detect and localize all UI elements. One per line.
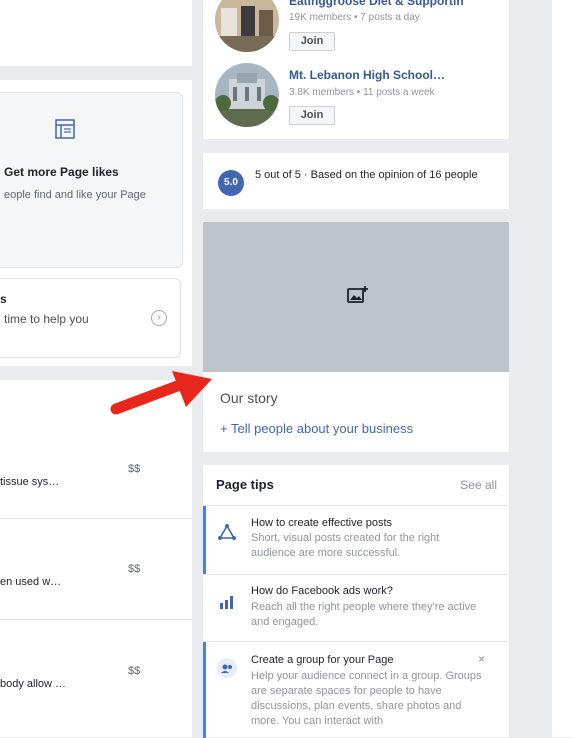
tell-people-link[interactable]: + Tell people about your business	[220, 421, 413, 436]
list-item[interactable]: en used w… $$	[0, 519, 192, 620]
left-top-card	[0, 0, 192, 66]
group-avatar[interactable]	[215, 63, 279, 127]
rating-text[interactable]: 5 out of 5 · Based on the opinion of 16 …	[255, 167, 485, 183]
tip-title: How do Facebook ads work?	[251, 585, 393, 597]
help-text: time to help you	[4, 312, 89, 326]
help-row[interactable]: s time to help you ›	[0, 278, 181, 358]
left-promo-card: Get more Page likes eople find and like …	[0, 80, 192, 366]
rating-badge: 5.0	[218, 170, 244, 196]
list-item-price: $$	[128, 665, 141, 677]
group-avatar[interactable]	[215, 0, 279, 52]
rating-card: 5.0 5 out of 5 · Based on the opinion of…	[203, 153, 509, 209]
list-item-text: body allow …	[0, 678, 67, 690]
see-all-link[interactable]: See all	[460, 478, 497, 492]
page-edge	[552, 0, 573, 737]
story-title: Our story	[220, 390, 278, 406]
group-icon	[217, 658, 237, 678]
group-name[interactable]: Mt. Lebanon High School…	[289, 68, 445, 82]
tip-description: Help your audience connect in a group. G…	[251, 670, 482, 727]
list-item-price: $$	[128, 463, 141, 475]
list-item-price: $$	[128, 563, 141, 575]
story-card: Our story + Tell people about your busin…	[203, 222, 509, 452]
list-item-text: en used w…	[0, 576, 62, 588]
page-tips-title: Page tips	[216, 477, 274, 492]
tip-item[interactable]: How do Facebook ads work? Reach all the …	[203, 574, 509, 641]
list-item[interactable]: body allow … $$	[0, 620, 192, 737]
help-title: s	[0, 292, 7, 306]
triangle-share-icon	[218, 524, 236, 540]
tip-description: Short, visual posts created for the righ…	[251, 532, 440, 559]
group-photo-icon	[215, 63, 279, 127]
tip-description: Reach all the right people where they're…	[251, 601, 477, 628]
suggested-groups-card: Eatinggroose Diet & Supportin 19K member…	[203, 0, 509, 139]
tip-item[interactable]: How to create effective posts Short, vis…	[203, 505, 509, 574]
group-meta: 19K members • 7 posts a day	[289, 12, 420, 23]
group-photo-icon	[215, 0, 279, 52]
join-group-button[interactable]: Join	[289, 106, 335, 125]
left-list-card: tissue sys… $$ en used w… $$ body allow …	[0, 380, 192, 737]
tip-accent-bar	[203, 642, 206, 738]
promo-description: eople find and like your Page	[4, 189, 146, 201]
group-meta: 3.8K members • 11 posts a week	[289, 87, 435, 98]
page-tips-card: Page tips See all How to create effectiv…	[203, 465, 509, 738]
chevron-right-icon[interactable]: ›	[151, 310, 167, 326]
story-cover-photo[interactable]	[203, 222, 509, 372]
tip-accent-bar	[203, 506, 206, 574]
join-group-button[interactable]: Join	[289, 32, 335, 51]
group-name[interactable]: Eatinggroose Diet & Supportin	[289, 0, 464, 8]
get-page-likes-promo[interactable]: Get more Page likes eople find and like …	[0, 92, 183, 268]
close-icon[interactable]: ×	[478, 652, 485, 666]
tip-title: How to create effective posts	[251, 517, 393, 529]
add-photo-icon[interactable]	[347, 285, 369, 305]
tip-item[interactable]: Create a group for your Page Help your a…	[203, 641, 509, 738]
tip-title: Create a group for your Page	[251, 654, 394, 666]
bar-chart-icon	[220, 596, 233, 609]
page-likes-icon	[55, 119, 75, 139]
promo-title: Get more Page likes	[4, 165, 119, 179]
annotation-arrow-icon	[110, 371, 212, 415]
list-item-text: tissue sys…	[0, 476, 60, 488]
